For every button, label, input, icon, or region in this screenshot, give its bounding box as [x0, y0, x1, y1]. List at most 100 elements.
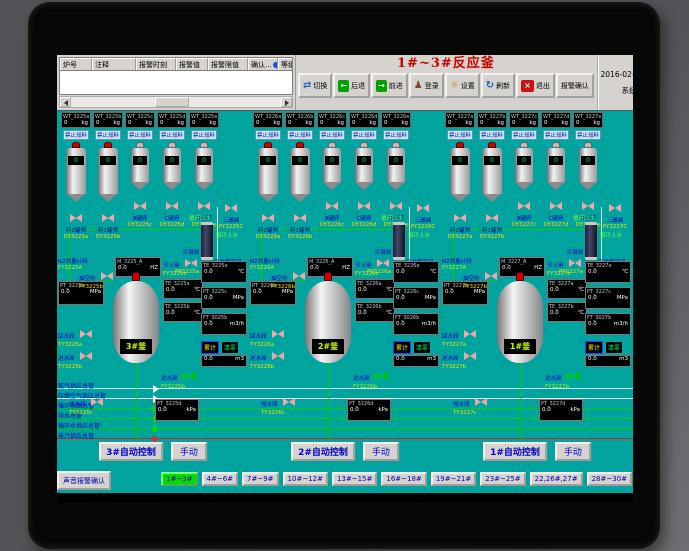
valve-icon[interactable]: [464, 352, 476, 360]
reactor-range-button[interactable]: 13#~15#: [332, 472, 377, 486]
valve-icon[interactable]: [464, 330, 476, 338]
totalize-button[interactable]: 累计: [393, 341, 411, 354]
valve-icon[interactable]: [102, 214, 114, 222]
scroll-left-icon[interactable]: [60, 97, 71, 107]
feed-tank[interactable]: 0: [131, 142, 149, 190]
scroll-track[interactable]: [71, 97, 281, 107]
reactor-range-button[interactable]: 28#~30#: [587, 472, 632, 486]
feed-tank[interactable]: 0: [515, 142, 533, 190]
reactor-range-button[interactable]: 1#~3#: [161, 472, 198, 486]
valve-icon[interactable]: [272, 330, 284, 338]
clear-button[interactable]: 清零: [221, 341, 239, 354]
valve-icon[interactable]: [80, 330, 92, 338]
auto-control-button[interactable]: 1#自动控制: [483, 442, 547, 461]
valve-icon[interactable]: [609, 204, 621, 212]
feed-tank[interactable]: 0: [323, 142, 341, 190]
valve-icon[interactable]: [91, 398, 103, 406]
toolbar-button[interactable]: ↻ 刷新: [481, 73, 515, 98]
feed-tank[interactable]: 0: [258, 142, 278, 202]
toolbar-button[interactable]: ← 后退: [333, 73, 370, 98]
toolbar-button[interactable]: 报警确认: [556, 73, 594, 98]
reactor-vessel[interactable]: 1#釜: [497, 281, 543, 363]
feed-tank[interactable]: 0: [290, 142, 310, 202]
alarm-column-header[interactable]: 报警时刻: [136, 58, 176, 70]
clear-button[interactable]: 清零: [413, 341, 431, 354]
condenser[interactable]: [393, 222, 405, 260]
toolbar-button[interactable]: × 退出: [516, 73, 555, 98]
manual-button[interactable]: 手动: [555, 442, 591, 461]
valve-icon[interactable]: [417, 204, 429, 212]
totalize-button[interactable]: 累计: [201, 341, 219, 354]
scroll-thumb[interactable]: [155, 97, 189, 107]
feed-tank[interactable]: 0: [387, 142, 405, 190]
feed-tank[interactable]: 0: [579, 142, 597, 190]
valve-icon[interactable]: [358, 202, 370, 210]
valve-icon[interactable]: [293, 272, 305, 280]
valve-icon[interactable]: [166, 202, 178, 210]
reactor-range-button[interactable]: 23#~25#: [480, 472, 525, 486]
toolbar-button[interactable]: ♟ 登录: [409, 73, 444, 98]
reactor-range-button[interactable]: 7#~9#: [242, 472, 279, 486]
valve-icon[interactable]: [486, 214, 498, 222]
condenser[interactable]: [201, 222, 213, 260]
feed-tank[interactable]: 0: [547, 142, 565, 190]
reactor-range-button[interactable]: 19#~21#: [431, 472, 476, 486]
sound-alarm-ack-button[interactable]: 声音报警确认: [57, 471, 111, 490]
feed-tank[interactable]: 0: [98, 142, 118, 202]
alarm-column-header[interactable]: 确认...: [248, 58, 278, 70]
manual-button[interactable]: 手动: [363, 442, 399, 461]
alarm-column-header[interactable]: 等级: [278, 58, 293, 70]
alarm-column-header[interactable]: 报警限值: [208, 58, 248, 70]
alarm-scrollbar[interactable]: [59, 96, 293, 108]
manual-button[interactable]: 手动: [171, 442, 207, 461]
feed-tank[interactable]: 0: [450, 142, 470, 202]
feed-tank[interactable]: 0: [163, 142, 181, 190]
reactor-vessel[interactable]: 2#釜: [305, 281, 351, 363]
valve-icon[interactable]: [475, 398, 487, 406]
clear-button[interactable]: 清零: [605, 341, 623, 354]
alarm-column-header[interactable]: 报警值: [176, 58, 208, 70]
feed-tank[interactable]: 0: [482, 142, 502, 202]
reactor-range-button[interactable]: 4#~6#: [202, 472, 239, 486]
reactor-range-button[interactable]: 22,26#,27#: [530, 472, 583, 486]
valve-icon[interactable]: [101, 272, 113, 280]
toolbar-button[interactable]: → 前进: [371, 73, 408, 98]
valve-icon[interactable]: [80, 352, 92, 360]
valve-icon[interactable]: [377, 259, 389, 267]
valve-icon[interactable]: [550, 202, 562, 210]
valve-icon[interactable]: [225, 204, 237, 212]
valve-icon[interactable]: [283, 398, 295, 406]
valve-icon[interactable]: [454, 214, 466, 222]
valve-icon[interactable]: [582, 202, 594, 210]
valve-icon[interactable]: [198, 202, 210, 210]
condenser[interactable]: [585, 222, 597, 260]
auto-control-button[interactable]: 3#自动控制: [99, 442, 163, 461]
reactor-range-button[interactable]: 16#~18#: [381, 472, 426, 486]
auto-control-button[interactable]: 2#自动控制: [291, 442, 355, 461]
valve-icon[interactable]: [185, 259, 197, 267]
toolbar-button[interactable]: ⇄ 切换: [298, 73, 332, 98]
valve-icon[interactable]: [294, 214, 306, 222]
valve-icon[interactable]: [485, 272, 497, 280]
feed-tank[interactable]: 0: [355, 142, 373, 190]
valve-icon[interactable]: [569, 259, 581, 267]
feed-tank[interactable]: 0: [66, 142, 86, 202]
valve-icon[interactable]: [326, 202, 338, 210]
valve-icon[interactable]: [390, 202, 402, 210]
feed-tank[interactable]: 0: [195, 142, 213, 190]
valve-icon[interactable]: [262, 214, 274, 222]
scroll-right-icon[interactable]: [281, 97, 292, 107]
alarm-column-header[interactable]: 注释: [92, 58, 136, 70]
valve-icon[interactable]: [70, 214, 82, 222]
totalize-button[interactable]: 累计: [585, 341, 603, 354]
valve-icon[interactable]: [272, 352, 284, 360]
reactor-range-button[interactable]: 10#~12#: [283, 472, 328, 486]
valve-icon[interactable]: [183, 372, 195, 380]
valve-icon[interactable]: [375, 372, 387, 380]
valve-icon[interactable]: [567, 372, 579, 380]
reactor-vessel[interactable]: 3#釜: [113, 281, 159, 363]
valve-icon[interactable]: [518, 202, 530, 210]
valve-icon[interactable]: [134, 202, 146, 210]
toolbar-button[interactable]: ☼ 设置: [445, 73, 480, 98]
alarm-column-header[interactable]: 炉号: [60, 58, 92, 70]
